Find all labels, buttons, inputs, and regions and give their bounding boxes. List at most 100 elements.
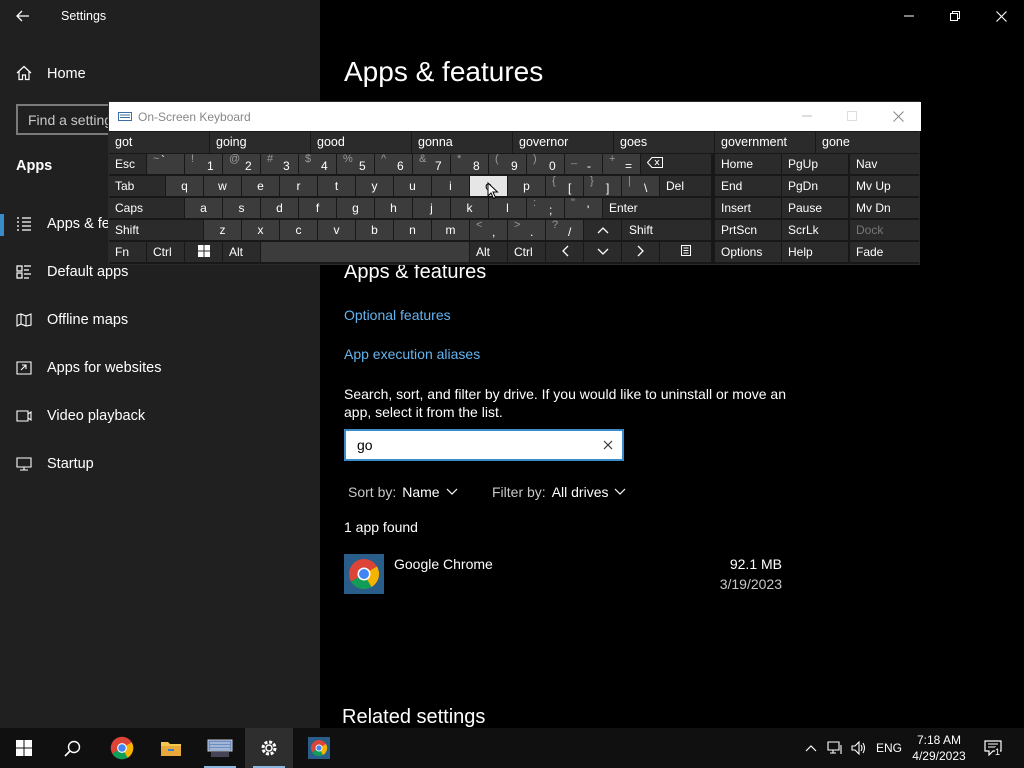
key-slash[interactable]: ? / [546, 220, 583, 240]
taskbar-chrome-app[interactable] [295, 728, 343, 768]
key-z[interactable]: z [204, 220, 241, 240]
key-space[interactable] [261, 242, 469, 262]
app-execution-aliases-link[interactable]: App execution aliases [344, 346, 480, 362]
key-x[interactable]: x [242, 220, 279, 240]
key-alt-right[interactable]: Alt [470, 242, 507, 262]
key-q[interactable]: q [166, 176, 203, 196]
prediction-key[interactable]: good [311, 132, 411, 153]
key-quote[interactable]: " ' [565, 198, 602, 218]
clock[interactable]: 7:18 AM 4/29/2023 [904, 732, 974, 764]
key-arrow-down[interactable] [584, 242, 621, 262]
key-6[interactable]: ^ 6 [375, 154, 412, 174]
key-t[interactable]: t [318, 176, 355, 196]
key-8[interactable]: * 8 [451, 154, 488, 174]
sort-dropdown[interactable]: Sort by: Name [348, 484, 458, 500]
key-m[interactable]: m [432, 220, 469, 240]
network-tray-button[interactable] [824, 728, 846, 768]
key-d[interactable]: d [261, 198, 298, 218]
sidebar-item-apps-for-websites[interactable]: Apps for websites [0, 348, 320, 388]
key-home[interactable]: Home [715, 154, 781, 174]
osk-title-bar[interactable]: On-Screen Keyboard [109, 102, 921, 131]
key-a[interactable]: a [185, 198, 222, 218]
language-indicator[interactable]: ENG [876, 741, 902, 755]
prediction-key[interactable]: gone [816, 132, 920, 153]
key-y[interactable]: y [356, 176, 393, 196]
key-h[interactable]: h [375, 198, 412, 218]
key-e[interactable]: e [242, 176, 279, 196]
key-j[interactable]: j [413, 198, 450, 218]
key-dock[interactable]: Dock [850, 220, 920, 240]
key-pgup[interactable]: PgUp [782, 154, 848, 174]
app-list-item[interactable]: Google Chrome 92.1 MB 3/19/2023 [344, 552, 784, 596]
key-u[interactable]: u [394, 176, 431, 196]
key-2[interactable]: @2 [223, 154, 260, 174]
prediction-key[interactable]: government [715, 132, 815, 153]
key-help[interactable]: Help [782, 242, 848, 262]
optional-features-link[interactable]: Optional features [344, 307, 451, 323]
key-i[interactable]: i [432, 176, 469, 196]
key-menu[interactable] [660, 242, 711, 262]
key-4[interactable]: $4 [299, 154, 336, 174]
notifications-button[interactable]: 1 [980, 728, 1006, 768]
key-arrow-right[interactable] [622, 242, 659, 262]
key-g[interactable]: g [337, 198, 374, 218]
osk-maximize-button[interactable] [843, 108, 861, 124]
nav-home[interactable]: Home [0, 56, 320, 90]
app-search-input[interactable]: go [344, 429, 624, 461]
key-alt-left[interactable]: Alt [223, 242, 260, 262]
key-prtscn[interactable]: PrtScn [715, 220, 781, 240]
key-v[interactable]: v [318, 220, 355, 240]
on-screen-keyboard[interactable]: On-Screen Keyboard got going good gonna … [108, 101, 921, 265]
key-shift-left[interactable]: Shift [109, 220, 203, 240]
key-0[interactable]: ) 0 [527, 154, 564, 174]
key-l[interactable]: l [489, 198, 526, 218]
key-5[interactable]: % 5 [337, 154, 374, 174]
show-hidden-icons-button[interactable] [802, 728, 820, 768]
prediction-key[interactable]: got [109, 132, 209, 153]
key-arrow-left[interactable] [546, 242, 583, 262]
key-backslash[interactable]: | \ [622, 176, 659, 196]
taskbar-file-explorer[interactable] [147, 728, 195, 768]
key-arrow-up[interactable] [584, 220, 621, 240]
filter-dropdown[interactable]: Filter by: All drives [492, 484, 626, 500]
key-insert[interactable]: Insert [715, 198, 781, 218]
close-button[interactable] [978, 0, 1024, 32]
key-backspace[interactable] [641, 154, 711, 174]
key-pause[interactable]: Pause [782, 198, 848, 218]
prediction-key[interactable]: goes [614, 132, 714, 153]
key-c[interactable]: c [280, 220, 317, 240]
key-esc[interactable]: Esc [109, 154, 146, 174]
key-nav[interactable]: Nav [850, 154, 920, 174]
key-n[interactable]: n [394, 220, 431, 240]
key-semicolon[interactable]: :; [527, 198, 564, 218]
key-b[interactable]: b [356, 220, 393, 240]
key-comma[interactable]: <, [470, 220, 507, 240]
key-r[interactable]: r [280, 176, 317, 196]
key-ctrl-right[interactable]: Ctrl [508, 242, 545, 262]
minimize-button[interactable] [886, 0, 932, 32]
volume-tray-button[interactable] [848, 728, 870, 768]
key-ctrl-left[interactable]: Ctrl [147, 242, 184, 262]
key-3[interactable]: #3 [261, 154, 298, 174]
key-mv-dn[interactable]: Mv Dn [850, 198, 920, 218]
key-caps[interactable]: Caps [109, 198, 184, 218]
key-k[interactable]: k [451, 198, 488, 218]
key-s[interactable]: s [223, 198, 260, 218]
restore-button[interactable] [932, 0, 978, 32]
sidebar-item-video-playback[interactable]: Video playback [0, 396, 320, 436]
key-backtick[interactable]: ~ ` [147, 154, 184, 174]
key-shift-right[interactable]: Shift [622, 220, 711, 240]
key-enter[interactable]: Enter [603, 198, 711, 218]
key-fade[interactable]: Fade [850, 242, 920, 262]
key-7[interactable]: & 7 [413, 154, 450, 174]
key-1[interactable]: ! 1 [185, 154, 222, 174]
osk-minimize-button[interactable] [798, 108, 816, 124]
taskbar-settings[interactable] [245, 728, 293, 768]
key-tab[interactable]: Tab [109, 176, 165, 196]
key-equals[interactable]: + = [603, 154, 640, 174]
key-minus[interactable]: _ - [565, 154, 602, 174]
key-fn[interactable]: Fn [109, 242, 146, 262]
key-scrlk[interactable]: ScrLk [782, 220, 848, 240]
key-left-bracket[interactable]: {[ [546, 176, 583, 196]
key-mv-up[interactable]: Mv Up [850, 176, 920, 196]
